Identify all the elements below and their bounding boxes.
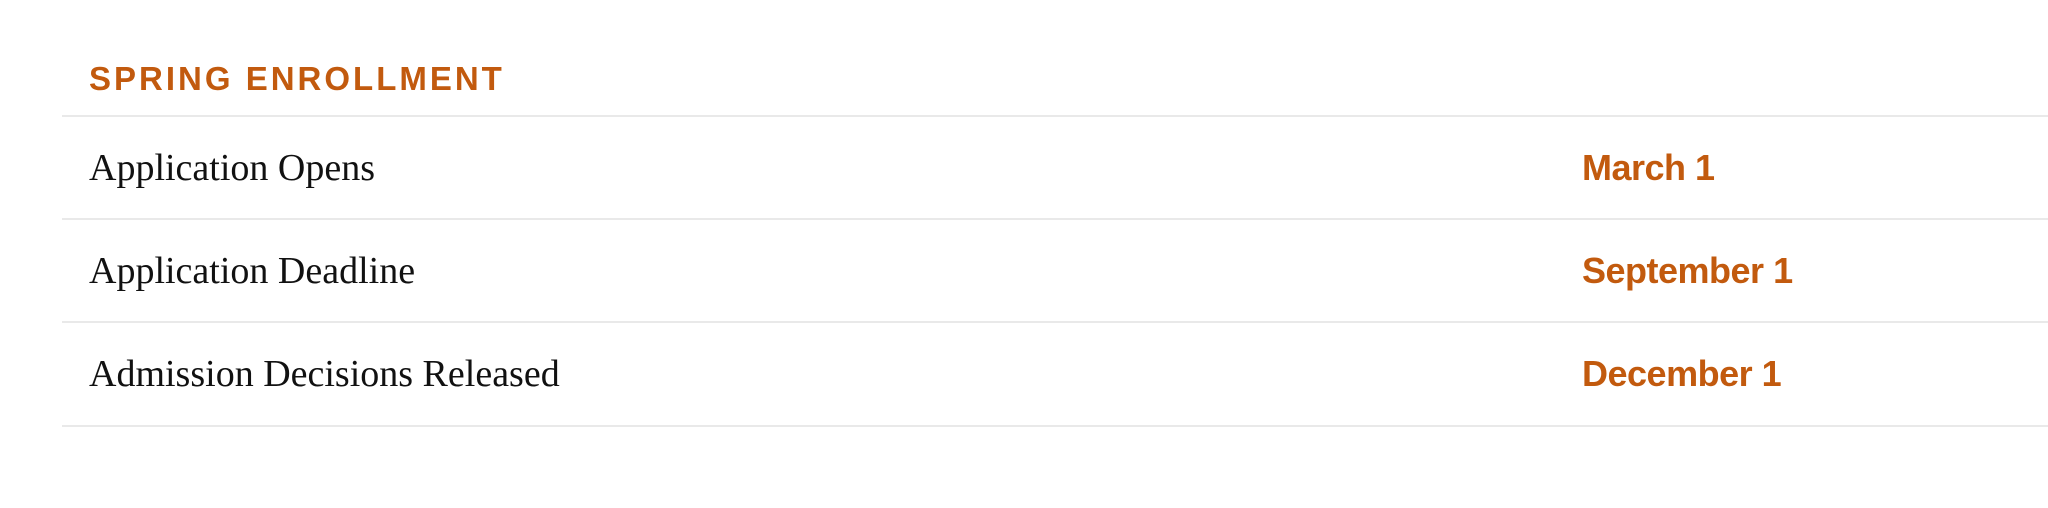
enrollment-schedule: SPRING ENROLLMENT Application Opens Marc… <box>62 0 2048 427</box>
event-date: December 1 <box>1582 353 1782 394</box>
event-label: Admission Decisions Released <box>89 353 560 395</box>
schedule-list: Application Opens March 1 Application De… <box>62 117 2048 427</box>
schedule-row: Application Opens March 1 <box>62 117 2048 220</box>
event-date: March 1 <box>1582 146 1715 188</box>
event-label: Application Opens <box>89 146 376 189</box>
section-heading: SPRING ENROLLMENT <box>62 0 2048 117</box>
schedule-row: Application Deadline September 1 <box>62 220 2048 323</box>
schedule-row: Admission Decisions Released December 1 <box>62 323 2048 427</box>
event-label: Application Deadline <box>89 249 416 292</box>
event-date: September 1 <box>1582 249 1793 291</box>
